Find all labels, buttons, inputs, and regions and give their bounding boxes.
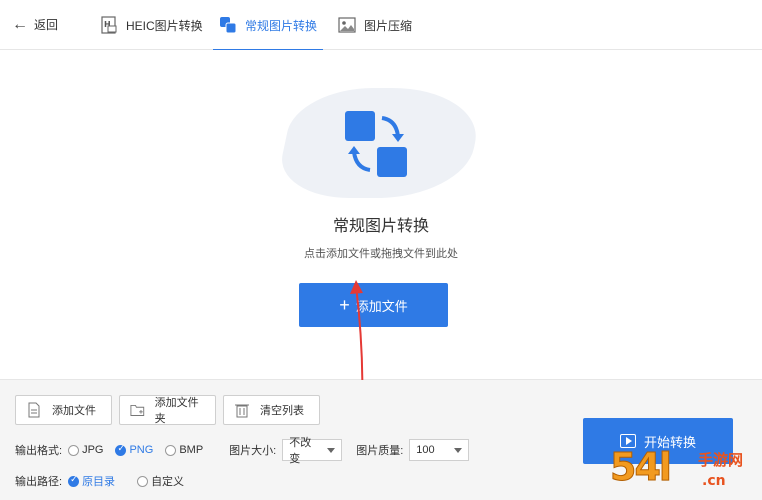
add-file-label: 添加文件: [52, 405, 96, 417]
size-label: 图片大小:: [229, 445, 277, 457]
add-folder-label: 添加文件夹: [154, 397, 199, 425]
top-bar: ← 返回 H HEIC图片转换 常规图片转换 图片压缩: [0, 0, 762, 51]
quality-value: 100: [416, 444, 435, 456]
file-icon: [28, 402, 40, 418]
size-select[interactable]: 不改变: [282, 437, 343, 465]
format-radio-jpg[interactable]: JPG: [68, 444, 103, 456]
output-options-row: 输出格式: JPG PNG BMP 图片大小: 不改变 图片质量: 100: [15, 437, 470, 465]
format-radio-bmp[interactable]: BMP: [165, 444, 203, 456]
format-jpg-label: JPG: [82, 444, 104, 456]
radio-icon: [137, 475, 149, 487]
path-custom-label: 自定义: [151, 476, 185, 488]
format-radio-png[interactable]: PNG: [115, 443, 154, 456]
page-title: 常规图片转换: [332, 218, 429, 235]
path-original-label: 原目录: [82, 476, 116, 488]
size-value: 不改变: [289, 437, 312, 465]
clear-list-label: 清空列表: [260, 405, 304, 417]
tab-image-compress[interactable]: 图片压缩: [338, 0, 412, 50]
quality-label: 图片质量:: [356, 445, 404, 457]
clear-list-button[interactable]: 清空列表: [223, 395, 320, 425]
tab-regular-convert[interactable]: 常规图片转换: [212, 0, 324, 51]
tab-compress-label: 图片压缩: [364, 18, 413, 33]
chevron-down-icon: [454, 447, 463, 453]
image-compress-icon: [338, 17, 356, 33]
convert-illustration-icon: [345, 111, 407, 177]
folder-icon: [130, 404, 145, 416]
watermark-domain: .cn: [702, 473, 726, 489]
quality-select[interactable]: 100: [409, 439, 470, 461]
format-label: 输出格式:: [15, 445, 63, 457]
format-bmp-label: BMP: [179, 444, 204, 456]
add-folder-button[interactable]: 添加文件夹: [119, 395, 216, 425]
path-radio-original[interactable]: 原目录: [68, 473, 115, 489]
trash-icon: [235, 404, 249, 418]
tab-regular-label: 常规图片转换: [245, 18, 318, 33]
tab-heic-convert[interactable]: H HEIC图片转换: [100, 0, 203, 50]
radio-checked-icon: [115, 443, 127, 456]
watermark-logo: 54l 手游网 .cn: [610, 445, 760, 500]
heic-file-icon: H: [101, 16, 117, 34]
path-label: 输出路径:: [15, 476, 63, 488]
drop-area[interactable]: 常规图片转换 点击添加文件或拖拽文件到此处 + 添加文件: [0, 50, 762, 380]
radio-icon: [165, 444, 177, 456]
radio-checked-icon: [68, 474, 80, 487]
arrow-left-icon: ←: [12, 15, 28, 33]
back-button[interactable]: ← 返回: [12, 16, 58, 33]
watermark-text: 手游网: [698, 451, 744, 469]
plus-icon: +: [339, 295, 350, 315]
radio-icon: [68, 444, 80, 456]
output-path-row: 输出路径: 原目录 自定义: [15, 473, 196, 489]
back-label: 返回: [34, 18, 59, 32]
tab-heic-label: HEIC图片转换: [126, 18, 203, 33]
add-file-button[interactable]: 添加文件: [15, 395, 112, 425]
convert-icon: [220, 17, 237, 34]
path-radio-custom[interactable]: 自定义: [137, 473, 184, 489]
drop-hint: 点击添加文件或拖拽文件到此处: [304, 248, 458, 260]
watermark-number: 54l: [610, 445, 673, 490]
format-png-label: PNG: [129, 444, 154, 456]
chevron-down-icon: [327, 447, 336, 453]
